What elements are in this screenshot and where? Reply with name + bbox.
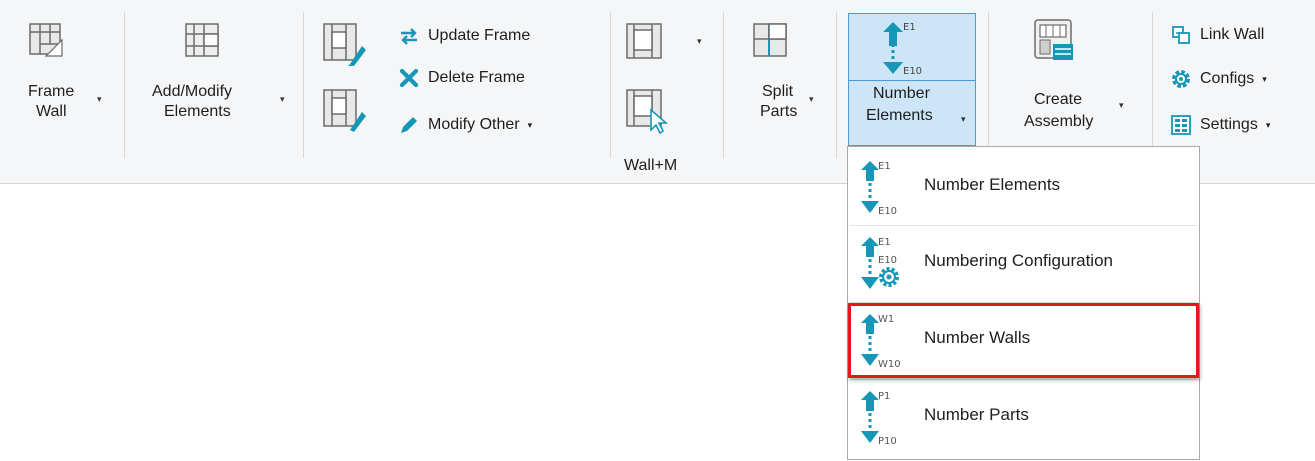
link-wall-label: Link Wall — [1200, 26, 1265, 43]
menu-item-number-parts[interactable]: P1 P10 Number Parts — [848, 381, 1199, 453]
separator — [836, 12, 837, 158]
menu-separator — [850, 379, 1197, 380]
wall-m-select-icon[interactable] — [625, 88, 671, 134]
menu-item-number-elements[interactable]: E1 E10 Number Elements — [848, 151, 1199, 223]
separator — [610, 12, 611, 158]
number-elements-dropdown-icon[interactable]: ▾ — [961, 114, 966, 125]
split-parts-icon — [753, 23, 787, 57]
icon-top-label: E1 — [903, 22, 916, 33]
create-assembly-dropdown-icon[interactable]: ▾ — [1119, 100, 1124, 111]
number-elements-label-2: Elements — [866, 107, 933, 124]
update-frame-label: Update Frame — [428, 27, 531, 44]
icon-bottom-label: E10 — [903, 66, 922, 76]
settings-label: Settings — [1200, 116, 1258, 133]
menu-icon-top: E1 — [878, 237, 891, 248]
numbering-configuration-icon: E1 E10 — [861, 237, 899, 289]
link-wall-icon — [1170, 24, 1192, 46]
configs-label: Configs — [1200, 70, 1255, 87]
delete-frame-label: Delete Frame — [428, 69, 525, 86]
link-wall-button[interactable]: Link Wall — [1170, 22, 1264, 48]
modify-other-dropdown-icon[interactable]: ▾ — [528, 120, 533, 131]
menu-icon-top: E1 — [878, 161, 891, 172]
separator — [988, 12, 989, 158]
add-modify-dropdown-icon[interactable]: ▾ — [280, 94, 285, 105]
delete-frame-button[interactable]: Delete Frame — [398, 65, 525, 91]
split-parts-label-1: Split — [762, 83, 794, 100]
modify-other-button[interactable]: Modify Other ▾ — [398, 112, 532, 138]
gear-icon — [1170, 68, 1192, 90]
number-elements-button[interactable]: E1 E10 Number Elements ▾ — [848, 13, 976, 146]
number-elements-icon: E1 E10 — [861, 161, 897, 217]
separator — [723, 12, 724, 158]
update-frame-button[interactable]: Update Frame — [398, 23, 530, 49]
menu-item-label: Number Elements — [924, 175, 1061, 194]
configs-button[interactable]: Configs ▾ — [1170, 66, 1267, 92]
pencil-icon — [398, 114, 420, 136]
configs-dropdown-icon[interactable]: ▾ — [1262, 74, 1267, 85]
frame-wall-dropdown-icon[interactable]: ▾ — [97, 94, 102, 105]
number-elements-label-1: Number — [873, 85, 930, 102]
delete-frame-wall-icon[interactable] — [322, 88, 368, 134]
menu-icon-bottom: E10 — [878, 255, 897, 266]
frame-wall-label-2: Wall — [36, 103, 67, 120]
add-modify-elements-icon — [185, 23, 219, 57]
wall-m-panel-title: Wall+M — [624, 157, 678, 174]
update-arrows-icon — [398, 25, 420, 47]
menu-separator — [850, 225, 1197, 226]
separator — [124, 12, 125, 158]
edit-frame-wall-icon[interactable] — [322, 22, 368, 68]
button-split-line — [849, 80, 975, 81]
number-walls-highlight-box — [848, 303, 1199, 378]
modify-other-label: Modify Other — [428, 116, 520, 133]
menu-item-label: Numbering Configuration — [924, 251, 1113, 270]
menu-icon-bottom: P10 — [878, 436, 897, 447]
create-assembly-label-2: Assembly — [1024, 113, 1094, 130]
separator — [303, 12, 304, 158]
number-parts-icon: P1 P10 — [861, 391, 897, 447]
settings-button[interactable]: Settings ▾ — [1170, 112, 1270, 138]
settings-panel-icon — [1170, 114, 1192, 136]
frame-wall-label-1: Frame — [28, 83, 75, 100]
add-modify-label-2: Elements — [164, 103, 231, 120]
menu-item-numbering-configuration[interactable]: E1 E10 Numbering Configuration — [848, 227, 1199, 299]
frame-wall-icon — [29, 23, 63, 57]
add-modify-label-1: Add/Modify — [152, 83, 233, 100]
split-parts-label-2: Parts — [760, 103, 798, 120]
settings-dropdown-icon[interactable]: ▾ — [1266, 120, 1271, 131]
wall-m-top-icon[interactable] — [625, 22, 665, 62]
split-parts-dropdown-icon[interactable]: ▾ — [809, 94, 814, 105]
menu-icon-top: P1 — [878, 391, 890, 402]
delete-x-icon — [398, 67, 420, 89]
number-elements-icon: E1 E10 — [883, 22, 922, 76]
menu-icon-bottom: E10 — [878, 206, 897, 217]
menu-item-label: Number Parts — [924, 405, 1029, 424]
wall-m-dropdown-icon[interactable]: ▾ — [697, 36, 702, 47]
create-assembly-icon — [1034, 19, 1073, 60]
separator — [1152, 12, 1153, 158]
create-assembly-label-1: Create — [1034, 91, 1083, 108]
